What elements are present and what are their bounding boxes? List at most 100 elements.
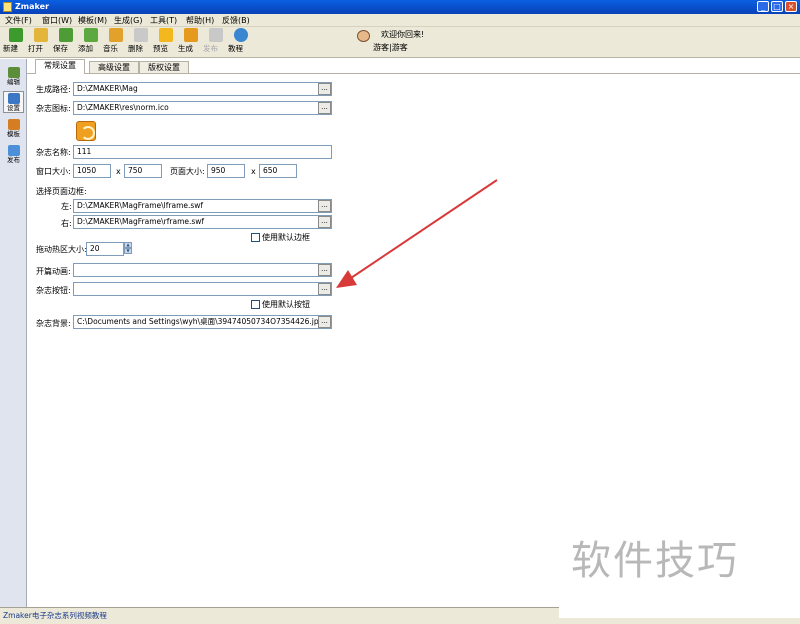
add-button[interactable]: 添加 [78, 28, 103, 56]
window-size-x: x [116, 167, 121, 176]
music-button[interactable]: 音乐 [103, 28, 128, 56]
user-status[interactable]: 游客|游客 [373, 43, 408, 53]
left-frame-field[interactable]: D:\ZMAKER\MagFrame\lframe.swf [73, 199, 332, 213]
hotzone-field[interactable]: 20 [86, 242, 124, 256]
background-field[interactable]: C:\Documents and Settings\wyh\桌面\3947405… [73, 315, 332, 329]
icon-label: 杂志图标: [36, 104, 71, 113]
generate-label: 生成 [178, 44, 193, 53]
sidebar-label: 设置 [7, 104, 20, 112]
opening-animation-field[interactable] [73, 263, 332, 277]
add-label: 添加 [78, 44, 93, 53]
close-button[interactable]: × [785, 1, 797, 12]
magazine-button-browse-button[interactable]: ... [318, 283, 331, 295]
left-frame-label: 左: [61, 202, 72, 211]
window-height-field[interactable]: 750 [124, 164, 162, 178]
menu-tools[interactable]: 工具(T) [150, 15, 177, 26]
page-size-x: x [251, 167, 256, 176]
sidebar-label: 发布 [7, 156, 20, 164]
sidebar-item-template[interactable]: 模板 [3, 117, 24, 139]
save-button[interactable]: 保存 [53, 28, 78, 56]
default-frame-label: 使用默认边框 [262, 233, 310, 242]
menu-help[interactable]: 帮助(H) [186, 15, 214, 26]
default-button-label: 使用默认按钮 [262, 300, 310, 309]
sidebar-item-settings[interactable]: 设置 [3, 91, 24, 113]
user-avatar-icon [357, 30, 370, 42]
star-icon [158, 28, 173, 42]
icon-path-field[interactable]: D:\ZMAKER\res\norm.ico [73, 101, 332, 115]
menu-feedback[interactable]: 反馈(B) [222, 15, 250, 26]
opening-animation-label: 开篇动画: [36, 267, 71, 276]
minimize-button[interactable]: _ [757, 1, 769, 12]
preview-label: 预览 [153, 44, 168, 53]
magazine-name-label: 杂志名称: [36, 148, 71, 157]
spin-down-icon[interactable]: ▼ [124, 248, 132, 254]
publish-icon [208, 28, 223, 42]
window-width-field[interactable]: 1050 [73, 164, 111, 178]
page-height-field[interactable]: 650 [259, 164, 297, 178]
left-sidebar: 编辑 设置 模板 发布 [0, 59, 27, 607]
right-frame-label: 右: [61, 219, 72, 228]
open-folder-icon [33, 28, 48, 42]
help-icon [233, 28, 248, 42]
menu-template[interactable]: 模板(M) [78, 15, 107, 26]
page-width-field[interactable]: 950 [207, 164, 245, 178]
delete-label: 删除 [128, 44, 143, 53]
hotzone-label: 拖动热区大小: [36, 245, 87, 254]
title-bar: Zmaker _ □ × [0, 0, 800, 14]
magazine-name-field[interactable]: 111 [73, 145, 332, 159]
welcome-text: 欢迎你回来! [381, 30, 425, 39]
tutorial-label: 教程 [228, 44, 243, 53]
status-text: Zmaker电子杂志系列视频教程 [3, 611, 107, 620]
output-path-browse-button[interactable]: ... [318, 83, 331, 95]
output-path-field[interactable]: D:\ZMAKER\Mag [73, 82, 332, 96]
watermark-text: 软件技巧 [571, 538, 739, 584]
save-icon [58, 28, 73, 42]
tab-general[interactable]: 常规设置 [35, 59, 85, 74]
publish-button[interactable]: 发布 [203, 28, 228, 56]
preview-button[interactable]: 预览 [153, 28, 178, 56]
menu-generate[interactable]: 生成(G) [114, 15, 142, 26]
window-title: Zmaker [15, 2, 50, 11]
magazine-button-label: 杂志按钮: [36, 286, 71, 295]
delete-button[interactable]: 删除 [128, 28, 153, 56]
sidebar-item-publish[interactable]: 发布 [3, 143, 24, 165]
tutorial-button[interactable]: 教程 [228, 28, 253, 56]
right-frame-field[interactable]: D:\ZMAKER\MagFrame\rframe.swf [73, 215, 332, 229]
hotzone-spinner[interactable]: ▲ ▼ [124, 242, 132, 255]
background-browse-button[interactable]: ... [318, 316, 331, 328]
add-icon [83, 28, 98, 42]
left-frame-browse-button[interactable]: ... [318, 200, 331, 212]
open-button[interactable]: 打开 [28, 28, 53, 56]
menu-file[interactable]: 文件(F) [5, 15, 32, 26]
settings-icon [7, 93, 20, 104]
generate-button[interactable]: 生成 [178, 28, 203, 56]
maximize-button[interactable]: □ [771, 1, 783, 12]
music-label: 音乐 [103, 44, 118, 53]
magazine-button-field[interactable] [73, 282, 332, 296]
output-path-label: 生成路径: [36, 85, 71, 94]
menu-window[interactable]: 窗口(W) [42, 15, 72, 26]
save-label: 保存 [53, 44, 68, 53]
template-icon [7, 119, 20, 130]
right-frame-browse-button[interactable]: ... [318, 216, 331, 228]
publish-label: 发布 [203, 44, 218, 53]
magazine-icon-preview [76, 121, 96, 141]
menu-bar: 文件(F) 窗口(W) 模板(M) 生成(G) 工具(T) 帮助(H) 反馈(B… [0, 14, 800, 27]
frame-section-label: 选择页面边框: [36, 187, 87, 196]
new-doc-icon [8, 28, 23, 42]
icon-browse-button[interactable]: ... [318, 102, 331, 114]
sidebar-label: 模板 [7, 130, 20, 138]
opening-animation-browse-button[interactable]: ... [318, 264, 331, 276]
default-button-checkbox[interactable] [251, 300, 260, 309]
delete-icon [133, 28, 148, 42]
sidebar-item-edit[interactable]: 编辑 [3, 65, 24, 87]
generate-icon [183, 28, 198, 42]
default-frame-checkbox[interactable] [251, 233, 260, 242]
app-icon [3, 2, 12, 12]
new-button[interactable]: 新建 [3, 28, 28, 56]
settings-tabs: 常规设置 高级设置 版权设置 [27, 59, 800, 74]
window-size-label: 窗口大小: [36, 167, 71, 176]
new-label: 新建 [3, 44, 18, 53]
open-label: 打开 [28, 44, 43, 53]
edit-icon [7, 67, 20, 78]
